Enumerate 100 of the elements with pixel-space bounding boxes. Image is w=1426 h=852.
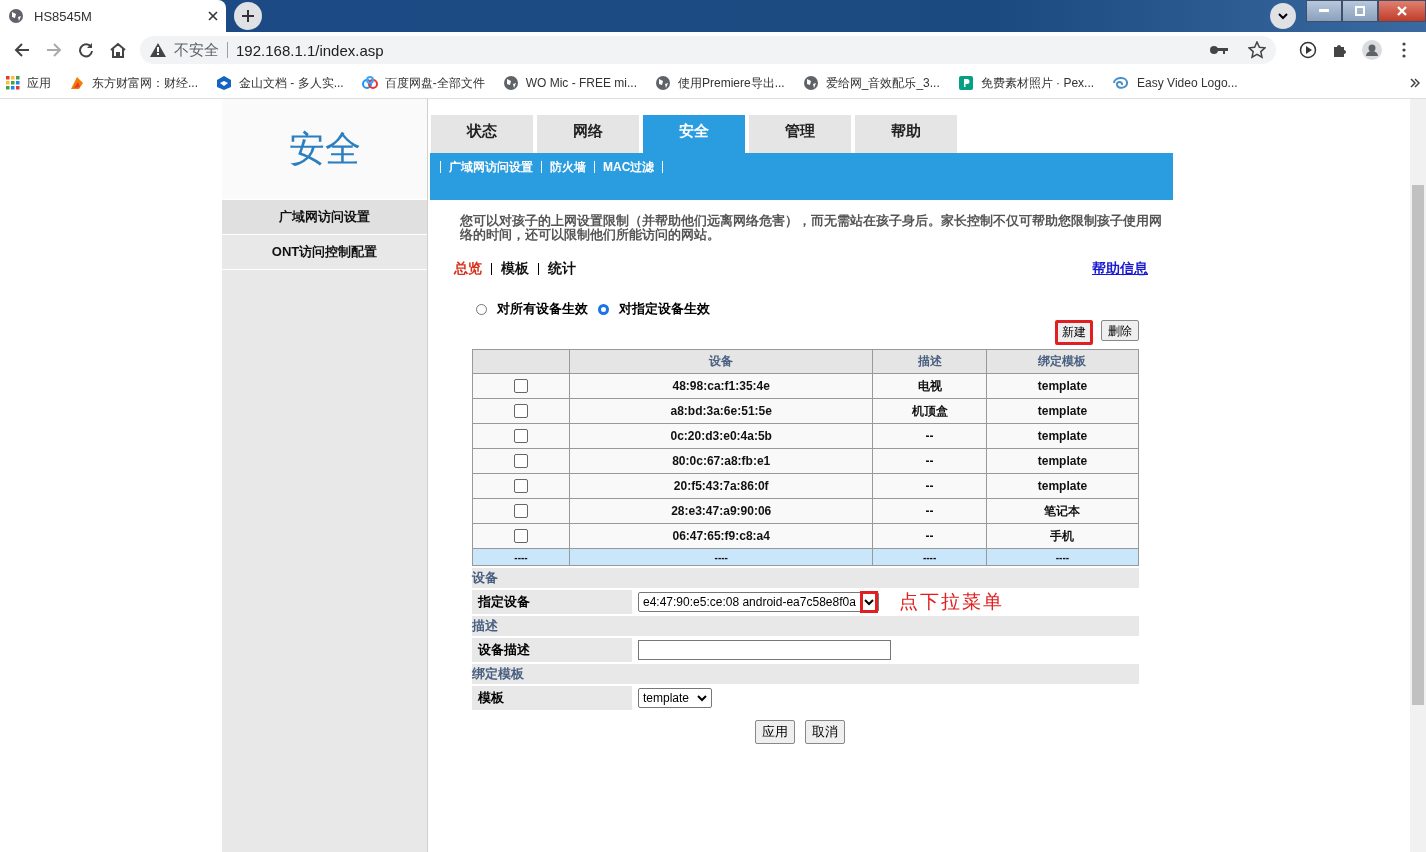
input-field[interactable]: [638, 640, 891, 660]
flame-icon: [69, 75, 85, 91]
table-cell: 电视: [872, 373, 987, 399]
sidebar-item[interactable]: 广域网访问设置: [222, 199, 427, 235]
home-icon[interactable]: [109, 42, 127, 58]
pexels-icon: [957, 75, 974, 91]
table-cell: 06:47:65:f9:c8:a4: [569, 523, 873, 549]
field-label: 模板: [472, 686, 632, 710]
radio-label: 对指定设备生效: [619, 300, 710, 318]
field-label: 设备描述: [472, 638, 632, 662]
globe-icon: [8, 8, 24, 24]
table-action-button[interactable]: 新建: [1055, 320, 1093, 345]
scrollbar[interactable]: [1410, 99, 1426, 852]
more-bookmarks-icon[interactable]: [1410, 78, 1420, 88]
nav-tab[interactable]: 状态: [431, 115, 533, 153]
play-icon[interactable]: [1299, 41, 1317, 59]
table-cell: --: [872, 498, 987, 524]
radio-button[interactable]: [476, 303, 487, 315]
table-cell: template: [986, 473, 1139, 499]
form-button[interactable]: 应用: [755, 720, 795, 744]
star-icon[interactable]: [1248, 41, 1266, 59]
table-cell: 0c:20:d3:e0:4a:5b: [569, 423, 873, 449]
key-icon[interactable]: [1210, 45, 1228, 55]
bookmark[interactable]: 金山文档 - 多人实...: [216, 74, 344, 92]
table-cell: a8:bd:3a:6e:51:5e: [569, 398, 873, 424]
view-link[interactable]: 统计: [548, 260, 576, 278]
table-cell: --: [872, 473, 987, 499]
table-cell: 28:e3:47:a9:90:06: [569, 498, 873, 524]
radio-button[interactable]: [598, 303, 609, 315]
bookmark[interactable]: 使用Premiere导出...: [655, 74, 785, 92]
row-checkbox[interactable]: [514, 529, 528, 544]
view-link[interactable]: 模板: [501, 260, 529, 278]
cube-icon: [216, 75, 232, 91]
table-cell: 机顶盒: [872, 398, 987, 424]
new-tab-button[interactable]: [234, 2, 262, 30]
bookmark[interactable]: 爱给网_音效配乐_3...: [802, 74, 940, 92]
table-cell: --: [872, 523, 987, 549]
swirl-icon: [1112, 75, 1131, 91]
menu-icon[interactable]: [1402, 42, 1406, 58]
tab-search-button[interactable]: [1270, 3, 1296, 29]
table-cell: template: [986, 398, 1139, 424]
globe-icon: [802, 75, 819, 91]
caret-icon: [1278, 12, 1288, 20]
row-checkbox[interactable]: [514, 404, 528, 419]
table-cell: template: [986, 448, 1139, 474]
form-section-heading: 描述: [472, 616, 1139, 636]
maximize-button[interactable]: [1342, 0, 1378, 22]
description-text: 您可以对孩子的上网设置限制（并帮助他们远离网络危害），而无需站在孩子身后。家长控制不仅可帮助您限制孩子使用网络的时间，还可以限制他们所能访问的网站。: [460, 214, 1163, 242]
help-link[interactable]: 帮助信息: [1092, 260, 1148, 278]
nav-tab[interactable]: 帮助: [855, 115, 957, 153]
maximize-icon: [1355, 6, 1365, 16]
caret-icon: [863, 598, 874, 606]
plus-icon: [241, 9, 255, 23]
caret-icon: [697, 694, 708, 702]
dropdown[interactable]: template: [638, 688, 713, 708]
form-section-heading: 绑定模板: [472, 664, 1139, 684]
view-link[interactable]: 总览: [454, 260, 482, 278]
row-checkbox[interactable]: [514, 504, 528, 519]
nav-tab[interactable]: 管理: [749, 115, 851, 153]
close-icon: [1397, 6, 1407, 16]
bookmark[interactable]: 百度网盘-全部文件: [361, 74, 485, 92]
bookmark[interactable]: 应用: [6, 74, 51, 92]
close-window-button[interactable]: [1378, 0, 1426, 22]
cloud-icon: [361, 75, 378, 91]
annotation-text: 点下拉菜单: [898, 590, 1004, 614]
row-checkbox[interactable]: [514, 379, 528, 394]
back-icon[interactable]: [14, 42, 30, 58]
nav-tab[interactable]: 网络: [537, 115, 639, 153]
puzzle-icon[interactable]: [1332, 42, 1348, 58]
table-cell: 48:98:ca:f1:35:4e: [569, 373, 873, 399]
table-cell: --: [872, 448, 987, 474]
row-checkbox[interactable]: [514, 479, 528, 494]
table-cell: template: [986, 423, 1139, 449]
table-cell: --: [872, 423, 987, 449]
sidebar-item[interactable]: ONT访问控制配置: [222, 235, 427, 270]
minimize-button[interactable]: [1306, 0, 1342, 22]
form-section-heading: 设备: [472, 568, 1139, 588]
column-header: 绑定模板: [986, 349, 1139, 374]
close-icon[interactable]: [208, 11, 218, 21]
address-bar[interactable]: 不安全 192.168.1.1/index.asp: [140, 36, 1276, 64]
bookmark[interactable]: WO Mic - FREE mi...: [502, 75, 637, 91]
globe-icon: [502, 75, 519, 91]
dropdown[interactable]: e4:47:90:e5:ce:08 android-ea7c58e8f0a: [638, 592, 879, 612]
table-action-button[interactable]: 删除: [1101, 320, 1139, 341]
bookmark[interactable]: 东方财富网：财经...: [69, 74, 198, 92]
bookmark[interactable]: Easy Video Logo...: [1112, 75, 1238, 91]
row-checkbox[interactable]: [514, 454, 528, 469]
column-header: 描述: [872, 349, 987, 374]
table-cell: 20:f5:43:7a:86:0f: [569, 473, 873, 499]
reload-icon[interactable]: [78, 42, 94, 58]
table-cell: template: [986, 373, 1139, 399]
security-label: 不安全: [174, 40, 219, 60]
profile-icon[interactable]: [1362, 40, 1382, 60]
table-cell: 手机: [986, 523, 1139, 549]
column-header: 设备: [569, 349, 873, 374]
browser-tab[interactable]: HS8545M: [0, 0, 226, 32]
table-cell: 80:0c:67:a8:fb:e1: [569, 448, 873, 474]
row-checkbox[interactable]: [514, 429, 528, 444]
form-button[interactable]: 取消: [805, 720, 845, 744]
bookmark[interactable]: 免费素材照片 · Pex...: [957, 74, 1095, 92]
